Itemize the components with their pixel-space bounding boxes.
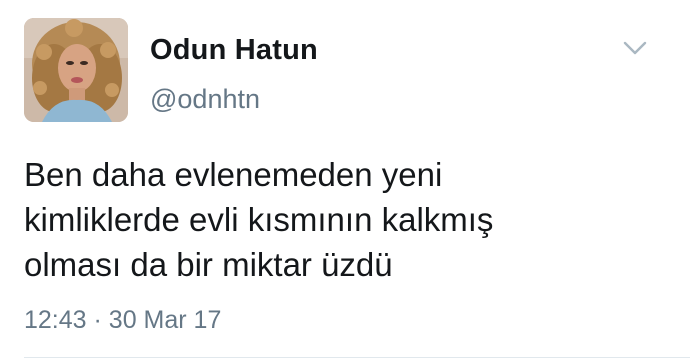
tweet-timestamp[interactable]: 12:43 · 30 Mar 17 [24, 306, 221, 335]
tweet-text-line: Ben daha evlenemeden yeni [24, 156, 443, 193]
profile-photo-icon [24, 18, 128, 122]
tweet-menu-button[interactable] [618, 34, 652, 62]
timestamp-separator: · [93, 306, 102, 334]
avatar[interactable] [24, 18, 128, 122]
tweet-text-line: olması da bir miktar üzdü [24, 246, 393, 283]
timestamp-time: 12:43 [24, 306, 87, 334]
timestamp-date: 30 Mar 17 [108, 306, 222, 334]
tweet-text-line: kimliklerde evli kısmının kalkmış [24, 201, 494, 238]
tweet-text: Ben daha evlenemeden yeni kimliklerde ev… [24, 152, 664, 287]
chevron-down-icon [623, 41, 647, 55]
display-name[interactable]: Odun Hatun [150, 34, 318, 67]
tweet-card: Odun Hatun @odnhtn Ben daha evlenemeden … [0, 0, 690, 364]
divider [24, 357, 690, 358]
user-handle[interactable]: @odnhtn [150, 84, 260, 115]
